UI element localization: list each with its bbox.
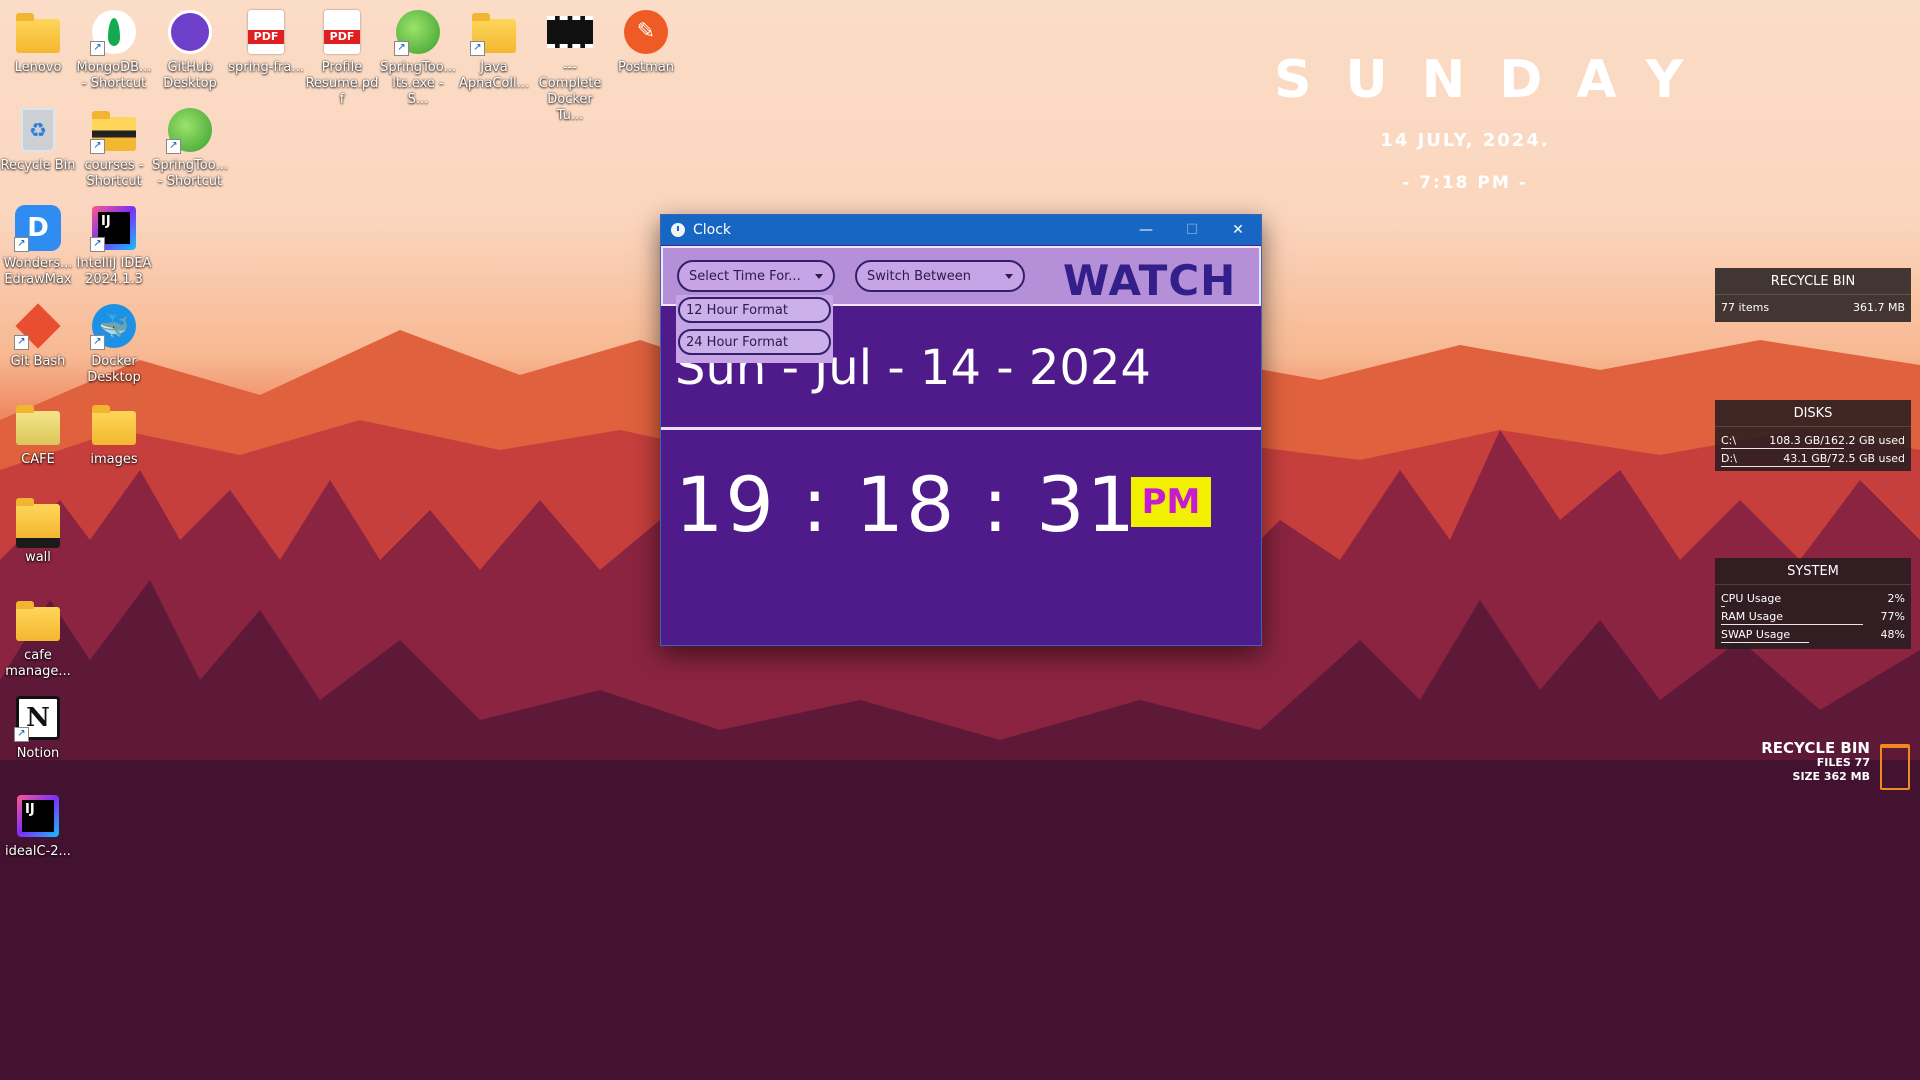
folder-icon bbox=[16, 13, 60, 53]
folder-icon bbox=[92, 405, 136, 445]
folder-icon bbox=[16, 601, 60, 641]
recycle-mini-title: RECYCLE BIN bbox=[1761, 739, 1870, 757]
desktop-icon-docker-tutorial[interactable]: ---Complete Docker Tu... bbox=[532, 6, 608, 124]
desktop-icon-intellij[interactable]: IJ ↗ IntelliJ IDEA 2024.1.3 bbox=[76, 202, 152, 288]
video-file-icon bbox=[547, 16, 593, 48]
desktop-icon-notion[interactable]: N ↗ Notion bbox=[0, 692, 76, 762]
recycle-bin-mini-widget[interactable]: RECYCLE BIN FILES 77 SIZE 362 MB bbox=[1760, 740, 1870, 784]
shortcut-arrow-icon: ↗ bbox=[394, 41, 409, 56]
desktop-icon-recycle-bin[interactable]: ♻ Recycle Bin bbox=[0, 104, 76, 174]
desktop-icon-cafe-manage[interactable]: cafe manage... bbox=[0, 594, 76, 680]
desktop-icon-lenovo[interactable]: Lenovo bbox=[0, 6, 76, 76]
pdf-icon: PDF bbox=[324, 10, 360, 54]
dropdown-arrow-icon bbox=[815, 274, 823, 279]
option-12-hour[interactable]: 12 Hour Format bbox=[678, 297, 831, 323]
ampm-badge: PM bbox=[1131, 477, 1211, 527]
shortcut-arrow-icon: ↗ bbox=[90, 237, 105, 252]
dropdown-arrow-icon bbox=[1005, 274, 1013, 279]
trash-bin-icon bbox=[1880, 744, 1910, 790]
window-title: Clock bbox=[693, 222, 732, 238]
swap-usage-row: SWAP Usage 48% bbox=[1721, 628, 1905, 643]
switch-between-select[interactable]: Switch Between bbox=[855, 260, 1025, 292]
clock-app-icon bbox=[671, 223, 685, 237]
desktop-icon-cafe[interactable]: CAFE bbox=[0, 398, 76, 468]
desktop-icon-idealc[interactable]: IJ idealC-2... bbox=[0, 790, 76, 860]
desktop-icon-wall[interactable]: wall bbox=[0, 496, 76, 566]
shortcut-arrow-icon: ↗ bbox=[14, 727, 29, 742]
maximize-button[interactable]: ☐ bbox=[1169, 222, 1215, 238]
desktop-icon-mongodb[interactable]: ↗ MongoDB... - Shortcut bbox=[76, 6, 152, 92]
recycle-items: 77 items bbox=[1721, 301, 1770, 314]
pdf-icon: PDF bbox=[248, 10, 284, 54]
widget-date: 14 JULY, 2024. bbox=[1380, 130, 1550, 151]
folder-icon bbox=[16, 498, 60, 548]
widget-time: - 7:18 PM - bbox=[1402, 173, 1528, 193]
panel-title: DISKS bbox=[1715, 400, 1911, 427]
shortcut-arrow-icon: ↗ bbox=[14, 335, 29, 350]
folder-icon bbox=[16, 405, 60, 445]
panel-title: RECYCLE BIN bbox=[1715, 268, 1911, 295]
intellij-icon: IJ bbox=[17, 795, 59, 837]
postman-icon: ✎ bbox=[624, 10, 668, 54]
recycle-size: 361.7 MB bbox=[1852, 301, 1905, 314]
disk-row-d: D:\ 43.1 GB/72.5 GB used bbox=[1721, 452, 1905, 467]
recycle-mini-size: SIZE 362 MB bbox=[1792, 770, 1870, 783]
close-button[interactable]: ✕ bbox=[1215, 222, 1261, 238]
disk-row-c: C:\ 108.3 GB/162.2 GB used bbox=[1721, 434, 1905, 449]
recycle-bin-icon: ♻ bbox=[21, 108, 55, 152]
recycle-mini-files: FILES 77 bbox=[1816, 756, 1870, 769]
desktop-icon-springtools[interactable]: ↗ SpringToo... lts.exe - S... bbox=[380, 6, 456, 108]
usage-bar bbox=[1721, 466, 1830, 467]
desktop-icon-courses[interactable]: ↗ courses - Shortcut bbox=[76, 104, 152, 190]
shortcut-arrow-icon: ↗ bbox=[90, 41, 105, 56]
time-display: 19 : 18 : 31 bbox=[675, 460, 1137, 549]
disks-panel: DISKS C:\ 108.3 GB/162.2 GB used D:\ 43.… bbox=[1715, 400, 1911, 471]
widget-day: SUNDAY bbox=[1274, 50, 1718, 110]
ram-usage-row: RAM Usage 77% bbox=[1721, 610, 1905, 625]
shortcut-arrow-icon: ↗ bbox=[166, 139, 181, 154]
system-panel: SYSTEM CPU Usage 2% RAM Usage 77% SWAP U… bbox=[1715, 558, 1911, 649]
cpu-usage-row: CPU Usage 2% bbox=[1721, 592, 1905, 607]
desktop-icon-java-apnacollege[interactable]: ↗ Java ApnaColl... bbox=[456, 6, 532, 92]
github-icon bbox=[168, 10, 212, 54]
time-format-select[interactable]: Select Time For... bbox=[677, 260, 835, 292]
panel-title: SYSTEM bbox=[1715, 558, 1911, 585]
time-format-dropdown: 12 Hour Format 24 Hour Format bbox=[676, 295, 833, 363]
desktop-clock-widget: SUNDAY 14 JULY, 2024. - 7:18 PM - bbox=[1240, 50, 1690, 193]
shortcut-arrow-icon: ↗ bbox=[90, 335, 105, 350]
window-titlebar[interactable]: Clock — ☐ ✕ bbox=[661, 215, 1261, 245]
desktop-icon-edrawmax[interactable]: D ↗ Wonders... EdrawMax bbox=[0, 202, 76, 288]
shortcut-arrow-icon: ↗ bbox=[14, 237, 29, 252]
recycle-bin-panel: RECYCLE BIN 77 items 361.7 MB bbox=[1715, 268, 1911, 322]
desktop-icon-springtools-2[interactable]: ↗ SpringToo... - Shortcut bbox=[152, 104, 228, 190]
desktop-icon-postman[interactable]: ✎ Postman bbox=[608, 6, 684, 76]
watch-label: WATCH bbox=[1063, 256, 1237, 305]
clock-window: Clock — ☐ ✕ Select Time For... Switch Be… bbox=[660, 214, 1262, 646]
shortcut-arrow-icon: ↗ bbox=[90, 139, 105, 154]
desktop-icon-images[interactable]: images bbox=[76, 398, 152, 468]
usage-bar bbox=[1721, 642, 1809, 643]
minimize-button[interactable]: — bbox=[1123, 222, 1169, 238]
shortcut-arrow-icon: ↗ bbox=[470, 41, 485, 56]
divider bbox=[661, 427, 1261, 430]
desktop-icon-spring-framework-pdf[interactable]: PDF spring-fra... bbox=[228, 6, 304, 76]
desktop-icon-docker[interactable]: 🐳 ↗ Docker Desktop bbox=[76, 300, 152, 386]
desktop-icon-profile-resume[interactable]: PDF Profile Resume.pdf bbox=[304, 6, 380, 108]
option-24-hour[interactable]: 24 Hour Format bbox=[678, 329, 831, 355]
desktop-icon-github[interactable]: GitHub Desktop bbox=[152, 6, 228, 92]
desktop-icon-git-bash[interactable]: ↗ Git Bash bbox=[0, 300, 76, 370]
